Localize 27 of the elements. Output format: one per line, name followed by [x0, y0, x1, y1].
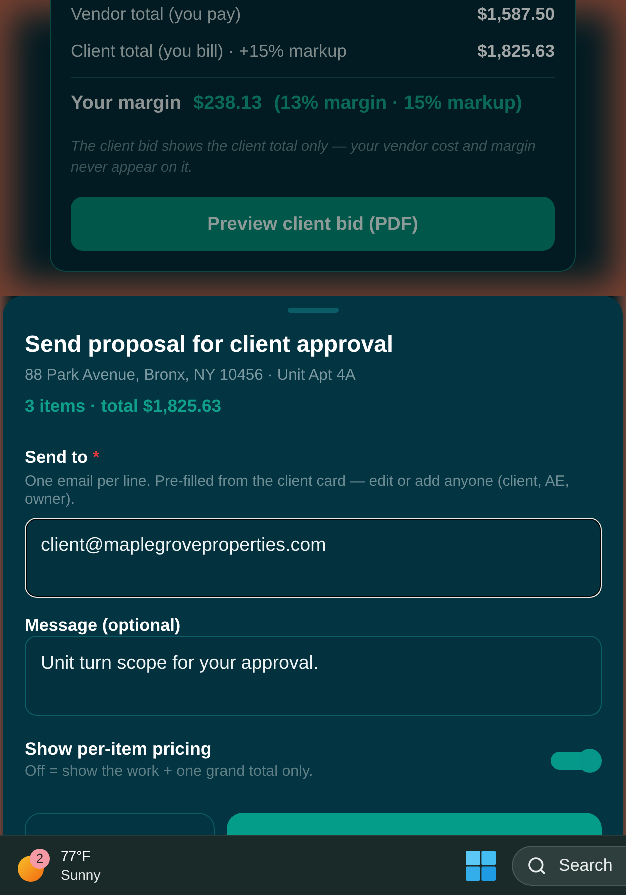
taskbar-search[interactable]: Search	[512, 846, 626, 886]
margin-detail: (13% margin · 15% markup)	[274, 92, 522, 116]
search-icon	[527, 856, 547, 876]
summary-label: Client total (you bill) · +15% markup	[71, 40, 347, 63]
margin-label: Your margin	[71, 92, 182, 116]
start-logo-icon[interactable]	[466, 850, 496, 880]
privacy-note: The client bid shows the client total only — your vendor cost and margin never appear on it.	[71, 138, 537, 178]
sheet-title: Send proposal for client approval	[25, 330, 394, 358]
toggle-switch[interactable]	[551, 749, 602, 773]
field-label: Send to	[25, 446, 88, 470]
message-field[interactable]: Unit turn scope for your approval.	[25, 636, 602, 716]
property-address: 88 Park Avenue, Bronx, NY 10456 · Unit Apt 4A	[25, 366, 357, 386]
summary-value: $1,825.63	[478, 40, 555, 63]
field-label: Message (optional)	[25, 614, 182, 635]
field-hint: One email per line. Pre-filled from the client card — edit or add anyone (client, AE, owner).	[25, 473, 570, 509]
toggle-hint: Off = show the work + one grand total only.	[25, 763, 314, 781]
margin-amount: $238.13	[194, 92, 262, 116]
weather-condition: Sunny	[61, 866, 101, 884]
weather-temperature: 77°F	[61, 846, 92, 866]
required-mark: *	[93, 446, 100, 470]
drag-handle[interactable]	[288, 308, 339, 313]
toggle-label: Show per-item pricing	[25, 738, 213, 760]
notification-badge: 2	[30, 849, 50, 869]
summary-value: $1,587.50	[478, 2, 555, 26]
proposal-summary: 3 items · total $1,825.63	[25, 395, 223, 417]
email-field[interactable]: client@maplegroveproperties.com	[25, 518, 602, 598]
summary-label: Vendor total (you pay)	[71, 2, 242, 26]
